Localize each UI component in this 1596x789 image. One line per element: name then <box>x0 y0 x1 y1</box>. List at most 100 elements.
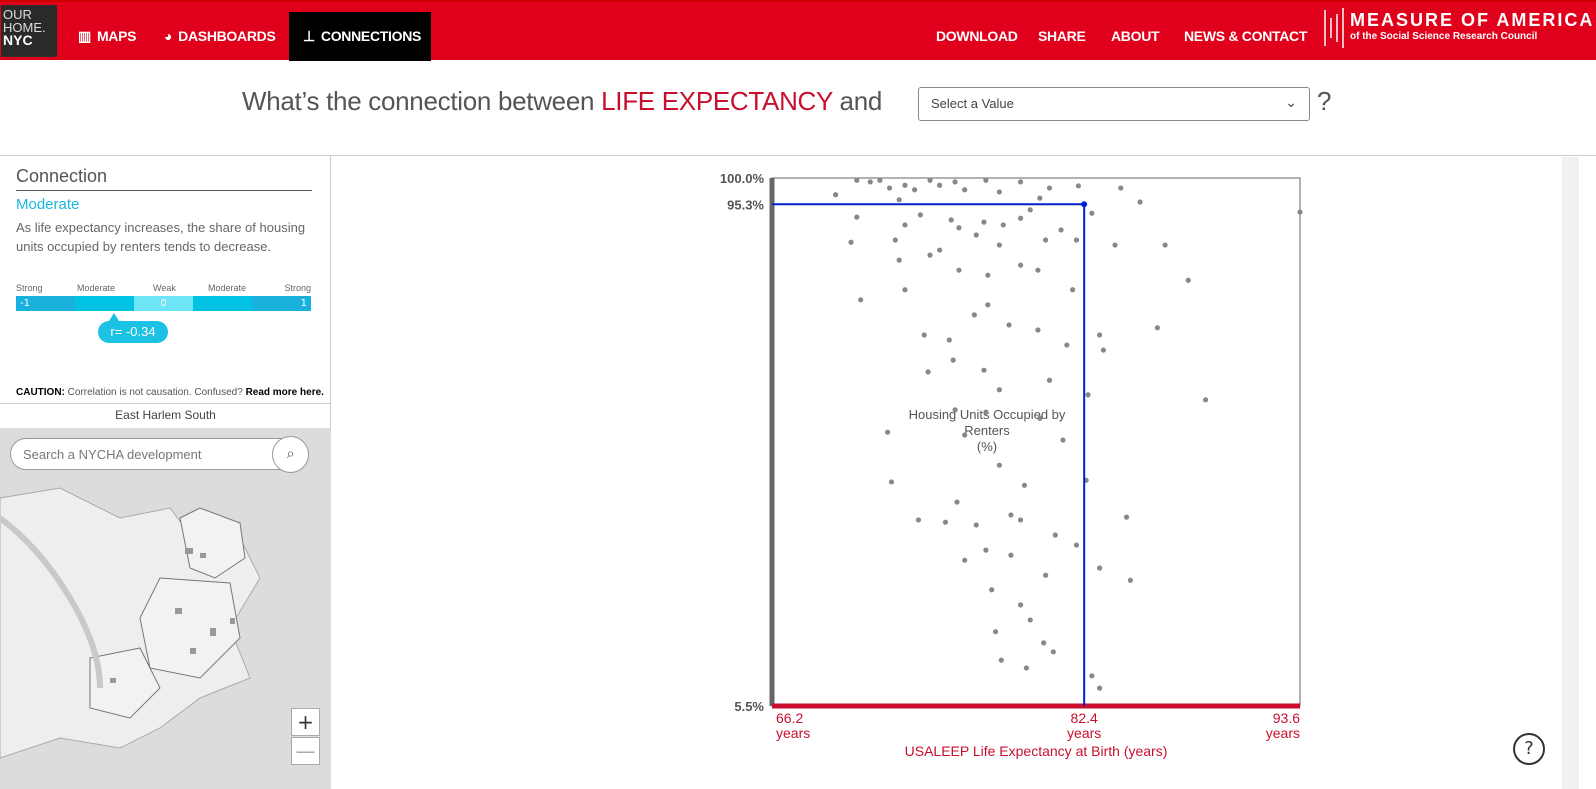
data-point <box>1070 287 1076 293</box>
data-point <box>996 242 1002 248</box>
data-point <box>1085 392 1091 398</box>
data-point <box>1075 183 1081 189</box>
nav-label: DASHBOARDS <box>178 28 276 44</box>
sitemap-icon: ⊥ <box>303 28 315 44</box>
pie-chart-icon: ◕ <box>164 28 173 44</box>
data-point <box>1073 237 1080 243</box>
data-point <box>962 187 968 193</box>
nav-about[interactable]: ABOUT <box>1097 12 1173 61</box>
nav-dashboards[interactable]: ◕ DASHBOARDS <box>150 12 290 61</box>
data-point <box>956 267 962 273</box>
data-point <box>1027 207 1033 213</box>
data-point <box>885 429 891 435</box>
question-bar: What’s the connection between LIFE EXPEC… <box>0 60 1596 156</box>
data-point <box>942 519 949 525</box>
scale-max: 1 <box>252 296 311 311</box>
data-point <box>854 177 860 183</box>
scrollbar[interactable] <box>1562 157 1579 789</box>
nycha-search-input[interactable]: Search a NYCHA development <box>10 438 308 470</box>
caution-note: CAUTION: Correlation is not causation. C… <box>16 387 324 398</box>
sidebar: Connection Moderate As life expectancy i… <box>0 156 331 789</box>
our-home-nyc-logo[interactable]: OUR HOME. NYC <box>1 5 57 57</box>
help-button[interactable]: ? <box>1513 733 1545 765</box>
data-point <box>1000 222 1006 228</box>
data-point <box>925 369 931 375</box>
nav-news-contact[interactable]: NEWS & CONTACT <box>1170 12 1321 61</box>
chevron-down-icon: ⌄ <box>1285 94 1297 110</box>
data-point <box>996 387 1002 393</box>
data-point <box>1185 277 1191 283</box>
question-variable: LIFE EXPECTANCY <box>601 86 833 116</box>
data-point <box>902 182 908 188</box>
data-point <box>1035 327 1041 333</box>
data-point <box>1073 542 1080 548</box>
data-point <box>1006 322 1012 328</box>
connection-heading: Connection <box>16 166 312 191</box>
zoom-out-button[interactable]: — <box>291 737 320 765</box>
nav-label: MAPS <box>96 28 137 44</box>
x-tick-label: 66.2 <box>776 710 803 726</box>
zoom-in-button[interactable]: + <box>291 708 320 736</box>
read-more-link[interactable]: Read more here. <box>246 387 324 398</box>
data-point <box>973 232 979 238</box>
data-point <box>1017 215 1024 221</box>
nav-download[interactable]: DOWNLOAD <box>922 12 1032 61</box>
data-point <box>1008 512 1014 518</box>
data-point <box>1112 242 1118 248</box>
r-value-badge: r= -0.34 <box>98 313 168 343</box>
data-point <box>1017 179 1024 185</box>
nyc-map[interactable]: Search a NYCHA development ⌕ + — <box>0 428 331 789</box>
data-point <box>888 479 895 485</box>
scale-segment <box>75 296 134 311</box>
y-tick-label: 5.5% <box>734 699 764 714</box>
map-icon: ▥ <box>78 28 91 44</box>
scatter-chart: Housing Units Occupied by Renters (%) 100… <box>332 157 1562 789</box>
nav-share[interactable]: SHARE <box>1024 12 1100 61</box>
measure-of-america-logo[interactable]: MEASURE OF AMERICA of the Social Science … <box>1350 10 1594 42</box>
x-axis-title: USALEEP Life Expectancy at Birth (years) <box>905 743 1168 759</box>
data-point <box>1050 649 1056 655</box>
data-point <box>1089 210 1095 216</box>
data-point <box>1096 565 1103 571</box>
data-point <box>896 197 902 203</box>
data-point <box>989 587 995 593</box>
data-point <box>985 272 991 278</box>
data-point <box>1021 482 1028 488</box>
data-point <box>1060 437 1066 443</box>
moa-logo-icon <box>1324 8 1344 48</box>
data-point <box>992 629 999 635</box>
data-point <box>1017 262 1024 268</box>
data-point <box>1017 602 1024 608</box>
data-point <box>1137 199 1143 205</box>
divider <box>0 403 331 404</box>
value-select[interactable]: Select a Value ⌄ <box>918 87 1310 121</box>
search-icon: ⌕ <box>286 446 295 462</box>
data-point <box>937 247 943 253</box>
data-point <box>927 252 933 258</box>
data-point <box>1023 665 1029 671</box>
plot-frame <box>771 177 1301 707</box>
nav-label: CONNECTIONS <box>320 28 422 44</box>
data-point <box>858 297 864 303</box>
data-point <box>911 187 918 193</box>
data-point <box>1100 347 1107 353</box>
data-point <box>1118 185 1124 191</box>
data-point <box>1058 227 1064 233</box>
data-point <box>952 407 958 413</box>
search-button[interactable]: ⌕ <box>272 436 309 473</box>
x-tick-label: 93.6 <box>1273 710 1300 726</box>
nav-maps[interactable]: ▥ MAPS <box>64 12 150 61</box>
nav-connections[interactable]: ⊥ CONNECTIONS <box>289 12 431 61</box>
data-point <box>902 287 908 293</box>
question-mark: ? <box>1317 86 1332 116</box>
data-point <box>983 409 989 415</box>
data-point <box>886 185 893 191</box>
data-point <box>1297 209 1303 215</box>
map-basemap <box>0 428 331 789</box>
data-point <box>867 179 873 185</box>
map-title: East Harlem South <box>115 408 216 422</box>
logo-line: NYC <box>3 32 33 48</box>
data-point <box>917 212 923 218</box>
scale-label: Moderate <box>208 283 247 293</box>
data-point <box>983 177 989 183</box>
